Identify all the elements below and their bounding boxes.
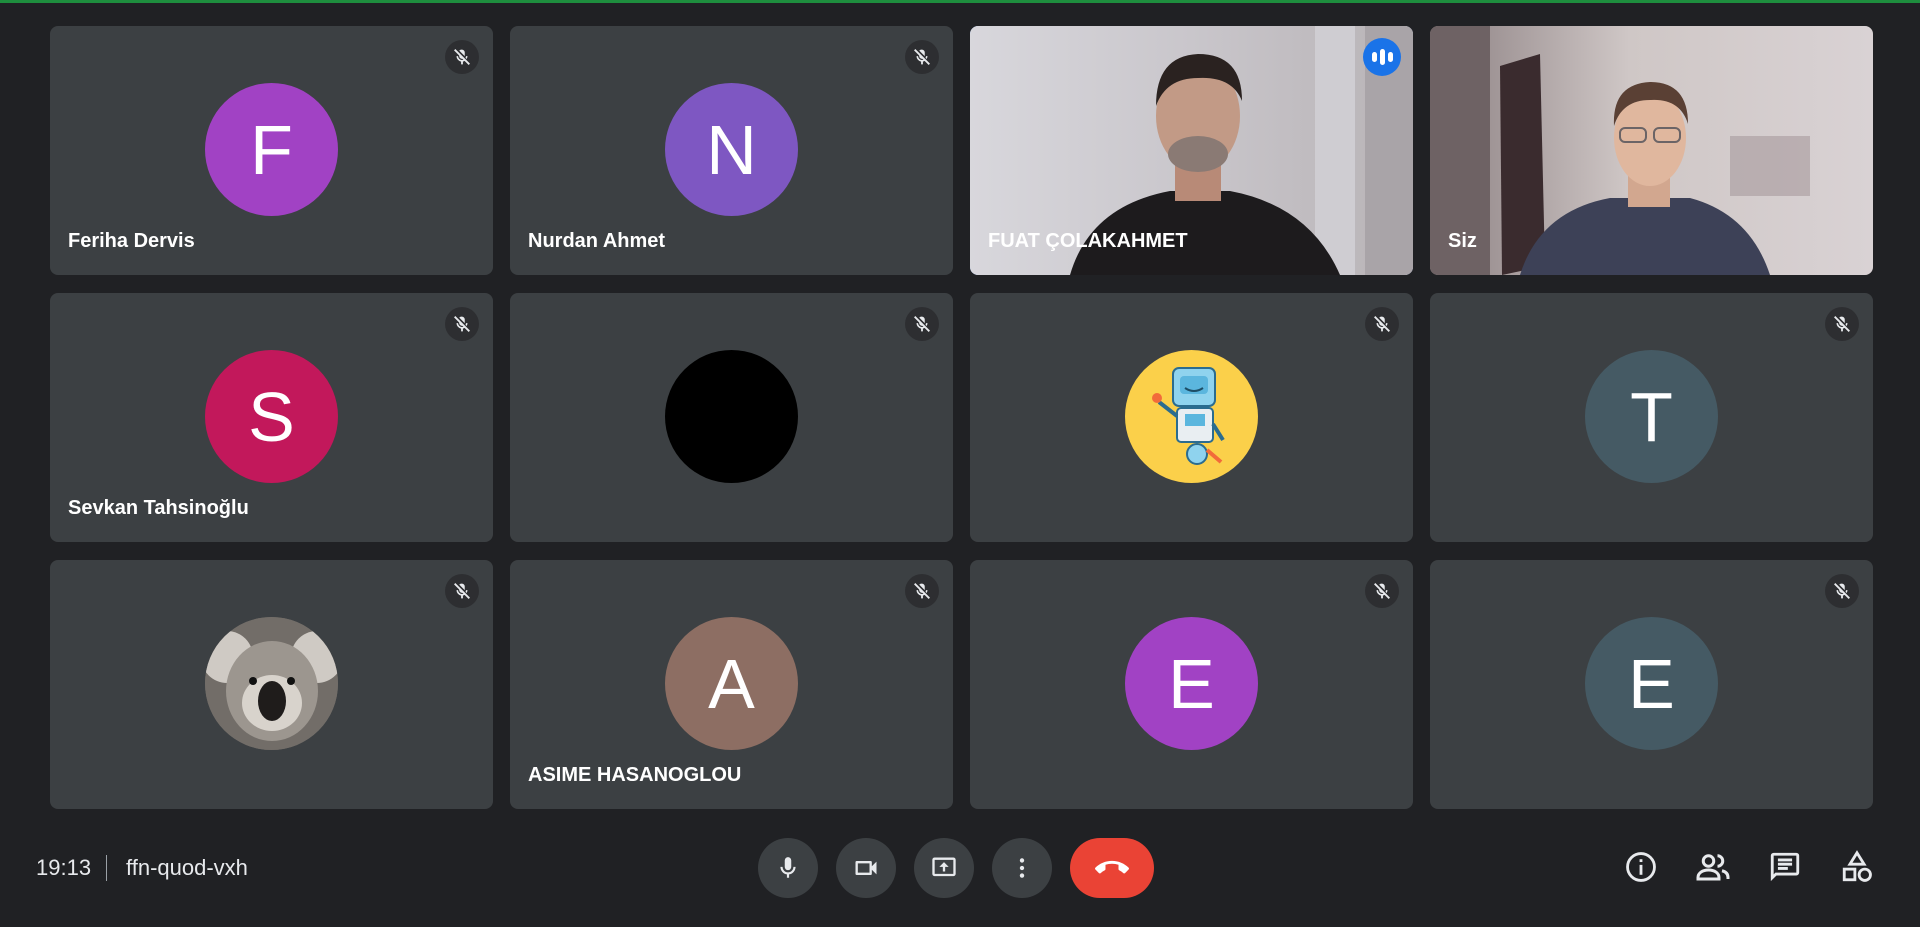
mic-off-icon [1825,574,1859,608]
chat-icon [1770,852,1800,882]
more-options-button[interactable] [992,838,1052,898]
meeting-time: 19:13 [36,855,92,880]
present-screen-button[interactable] [914,838,974,898]
avatar: N [665,83,798,216]
mic-off-icon [1365,574,1399,608]
activities-button[interactable] [1837,847,1877,887]
meeting-code: ffn-quod-vxh [126,855,248,880]
top-progress-line [0,0,1920,3]
mic-off-icon [445,40,479,74]
participant-name: Siz [1448,230,1477,252]
avatar: S [205,350,338,483]
avatar [665,350,798,483]
participant-name: ASIME HASANOGLOU [528,764,742,786]
mic-off-icon [445,574,479,608]
participant-grid: F Feriha Dervis N Nurdan Ahmet FUAT ÇOLA… [50,26,1874,809]
mic-icon [780,857,796,878]
meeting-details-button[interactable] [1621,847,1661,887]
activities-icon [1842,850,1872,882]
control-bar: 19:13 ffn-quod-vxh [0,825,1920,910]
participant-name: FUAT ÇOLAKAHMET [988,230,1188,252]
participant-name: Sevkan Tahsinoğlu [68,497,249,519]
more-options-icon [1019,858,1025,878]
avatar: A [665,617,798,750]
mic-off-icon [1825,307,1859,341]
participant-tile-t[interactable]: T [1430,293,1873,542]
microphone-button[interactable] [758,838,818,898]
participant-tile-sevkan[interactable]: S Sevkan Tahsinoğlu [50,293,493,542]
leave-call-button[interactable] [1070,838,1154,898]
mic-off-icon [905,40,939,74]
hang-up-icon [1095,860,1129,874]
mic-off-icon [905,574,939,608]
chat-button[interactable] [1765,847,1805,887]
participants-button[interactable] [1693,847,1733,887]
participant-tile-fuat[interactable]: FUAT ÇOLAKAHMET [970,26,1413,275]
avatar: T [1585,350,1718,483]
participant-tile-robot-avatar[interactable] [970,293,1413,542]
participant-name: Feriha Dervis [68,230,195,252]
participant-tile-koala-avatar[interactable] [50,560,493,809]
avatar: F [205,83,338,216]
participant-name: Nurdan Ahmet [528,230,666,252]
koala-avatar [205,617,338,750]
avatar: E [1585,617,1718,750]
participant-tile-black-avatar[interactable] [510,293,953,542]
mic-off-icon [1365,307,1399,341]
mic-off-icon [445,307,479,341]
participant-tile-feriha[interactable]: F Feriha Dervis [50,26,493,275]
people-icon [1696,854,1730,881]
self-video [1430,26,1873,275]
participant-tile-self[interactable]: Siz [1430,26,1873,275]
camera-icon [855,861,877,875]
robot-avatar [1125,350,1258,483]
avatar: E [1125,617,1258,750]
present-screen-icon [932,857,956,877]
participant-tile-asime[interactable]: A ASIME HASANOGLOU [510,560,953,809]
participant-tile-e-gray[interactable]: E [1430,560,1873,809]
mic-off-icon [905,307,939,341]
participant-tile-e-purple[interactable]: E [970,560,1413,809]
audio-level-icon [1363,38,1401,76]
divider [106,855,107,881]
info-icon [1626,852,1656,882]
participant-tile-nurdan[interactable]: N Nurdan Ahmet [510,26,953,275]
camera-button[interactable] [836,838,896,898]
